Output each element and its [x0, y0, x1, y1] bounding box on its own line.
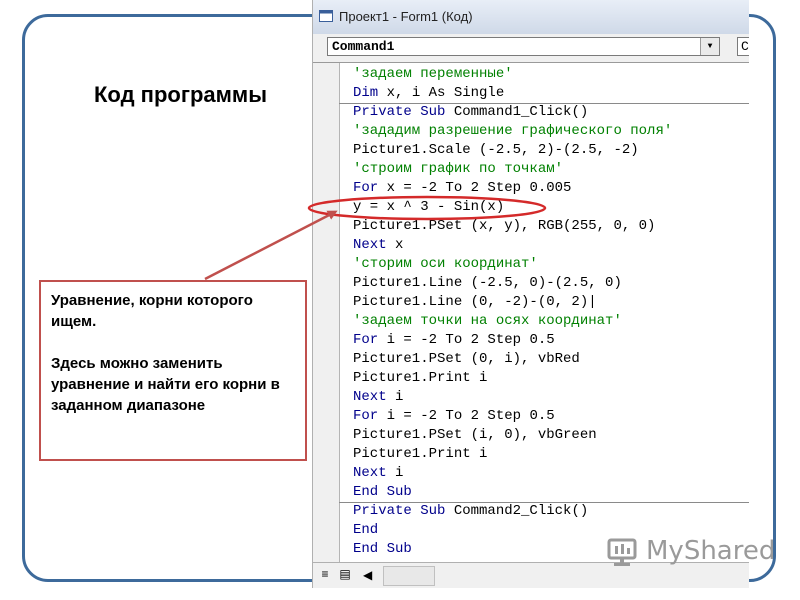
object-dropdown-value: Command1 [332, 39, 395, 54]
procedure-dropdown[interactable]: C [737, 37, 749, 56]
myshared-logo-icon [607, 538, 637, 566]
code-text: Picture1.Line (-2.5, 0)-(2.5, 0) [353, 275, 622, 291]
code-line: Next i [353, 464, 672, 483]
code-line: 'задаем точки на осях координат' [353, 312, 672, 331]
code-line: End Sub [353, 483, 672, 502]
code-text: 'задаем точки на осях координат' [353, 313, 622, 329]
code-text: Picture1.Print i [353, 446, 488, 462]
window-title: Проект1 - Form1 (Код) [339, 9, 473, 24]
watermark: MyShared [606, 532, 776, 572]
horizontal-scrollbar[interactable] [383, 566, 435, 586]
code-keyword: Dim [353, 85, 379, 101]
procedure-view-icon[interactable]: ≡ [317, 566, 333, 582]
code-text: Picture1.PSet (i, 0), vbGreen [353, 427, 597, 443]
code-text: Picture1.PSet (0, i), vbRed [353, 351, 580, 367]
code-line: 'задаем переменные' [353, 65, 672, 84]
code-line: Picture1.Print i [353, 445, 672, 464]
code-window: Проект1 - Form1 (Код) Command1 ▼ C 'зада… [312, 0, 749, 588]
code-line: Next i [353, 388, 672, 407]
code-keyword: Next [353, 465, 387, 481]
code-text: Command1_Click() [445, 104, 589, 120]
code-line: Picture1.PSet (0, i), vbRed [353, 350, 672, 369]
callout-box: Уравнение, корни которого ищем. Здесь мо… [39, 280, 307, 461]
code-line: 'сторим оси координат' [353, 255, 672, 274]
code-lines: 'задаем переменные' Dim x, i As Single Pri… [353, 65, 672, 559]
object-dropdown[interactable]: Command1 ▼ [327, 37, 720, 56]
code-line: Dim x, i As Single [353, 84, 672, 103]
code-text: y = x ^ 3 - Sin(x) [353, 199, 505, 215]
code-keyword: End [353, 522, 379, 538]
code-keyword: Private Sub [353, 104, 446, 120]
code-text: i = -2 To 2 Step 0.5 [378, 408, 555, 424]
code-line: Picture1.Scale (-2.5, 2)-(2.5, -2) [353, 141, 672, 160]
form-window-icon [319, 10, 333, 22]
code-text: i [386, 389, 404, 405]
code-line: For i = -2 To 2 Step 0.5 [353, 331, 672, 350]
code-keyword: For [353, 180, 379, 196]
code-line: y = x ^ 3 - Sin(x) [353, 198, 672, 217]
callout-line-2: Здесь можно заменить уравнение и найти е… [51, 355, 280, 414]
code-text: Command2_Click() [445, 503, 589, 519]
code-text: Picture1.Line (0, -2)-(0, 2)| [353, 294, 597, 310]
code-text: Picture1.PSet (x, y), RGB(255, 0, 0) [353, 218, 656, 234]
procedure-dropdown-value: C [741, 39, 749, 54]
code-text: x = -2 To 2 Step 0.005 [378, 180, 572, 196]
code-text: Picture1.Print i [353, 370, 488, 386]
code-keyword: For [353, 408, 379, 424]
full-module-view-icon[interactable]: ▤ [337, 566, 353, 582]
code-line: For i = -2 To 2 Step 0.5 [353, 407, 672, 426]
code-keyword: Next [353, 389, 387, 405]
code-text: x, i As Single [378, 85, 505, 101]
code-text: x [386, 237, 404, 253]
code-text: 'строим график по точкам' [353, 161, 564, 177]
code-text: 'сторим оси координат' [353, 256, 538, 272]
code-line: Next x [353, 236, 672, 255]
code-line: Picture1.PSet (i, 0), vbGreen [353, 426, 672, 445]
code-line: Picture1.Line (-2.5, 0)-(2.5, 0) [353, 274, 672, 293]
code-line: Private Sub Command1_Click() [353, 103, 672, 122]
code-keyword: End Sub [353, 541, 412, 557]
code-text: 'задаем переменные' [353, 66, 513, 82]
window-title-bar[interactable]: Проект1 - Form1 (Код) [313, 0, 749, 34]
code-keyword: End Sub [353, 484, 412, 500]
scroll-left-icon[interactable]: ◀ [363, 568, 372, 582]
code-line: For x = -2 To 2 Step 0.005 [353, 179, 672, 198]
code-line: Picture1.PSet (x, y), RGB(255, 0, 0) [353, 217, 672, 236]
code-editor[interactable]: 'задаем переменные' Dim x, i As Single Pri… [313, 62, 749, 563]
callout-line-1: Уравнение, корни которого ищем. [51, 292, 253, 330]
code-line: Private Sub Command2_Click() [353, 502, 672, 521]
chevron-down-icon[interactable]: ▼ [700, 38, 719, 55]
watermark-text: MyShared [646, 536, 776, 566]
code-line: 'зададим разрешение графического поля' [353, 122, 672, 141]
page-title: Код программы [94, 82, 267, 107]
code-line: 'строим график по точкам' [353, 160, 672, 179]
code-text: i = -2 To 2 Step 0.5 [378, 332, 555, 348]
code-gutter [313, 63, 340, 563]
code-line: Picture1.Line (0, -2)-(0, 2)| [353, 293, 672, 312]
code-keyword: Next [353, 237, 387, 253]
code-text: 'зададим разрешение графического поля' [353, 123, 673, 139]
code-keyword: Private Sub [353, 503, 446, 519]
code-text: i [386, 465, 404, 481]
code-keyword: For [353, 332, 379, 348]
code-line: Picture1.Print i [353, 369, 672, 388]
code-text: Picture1.Scale (-2.5, 2)-(2.5, -2) [353, 142, 639, 158]
